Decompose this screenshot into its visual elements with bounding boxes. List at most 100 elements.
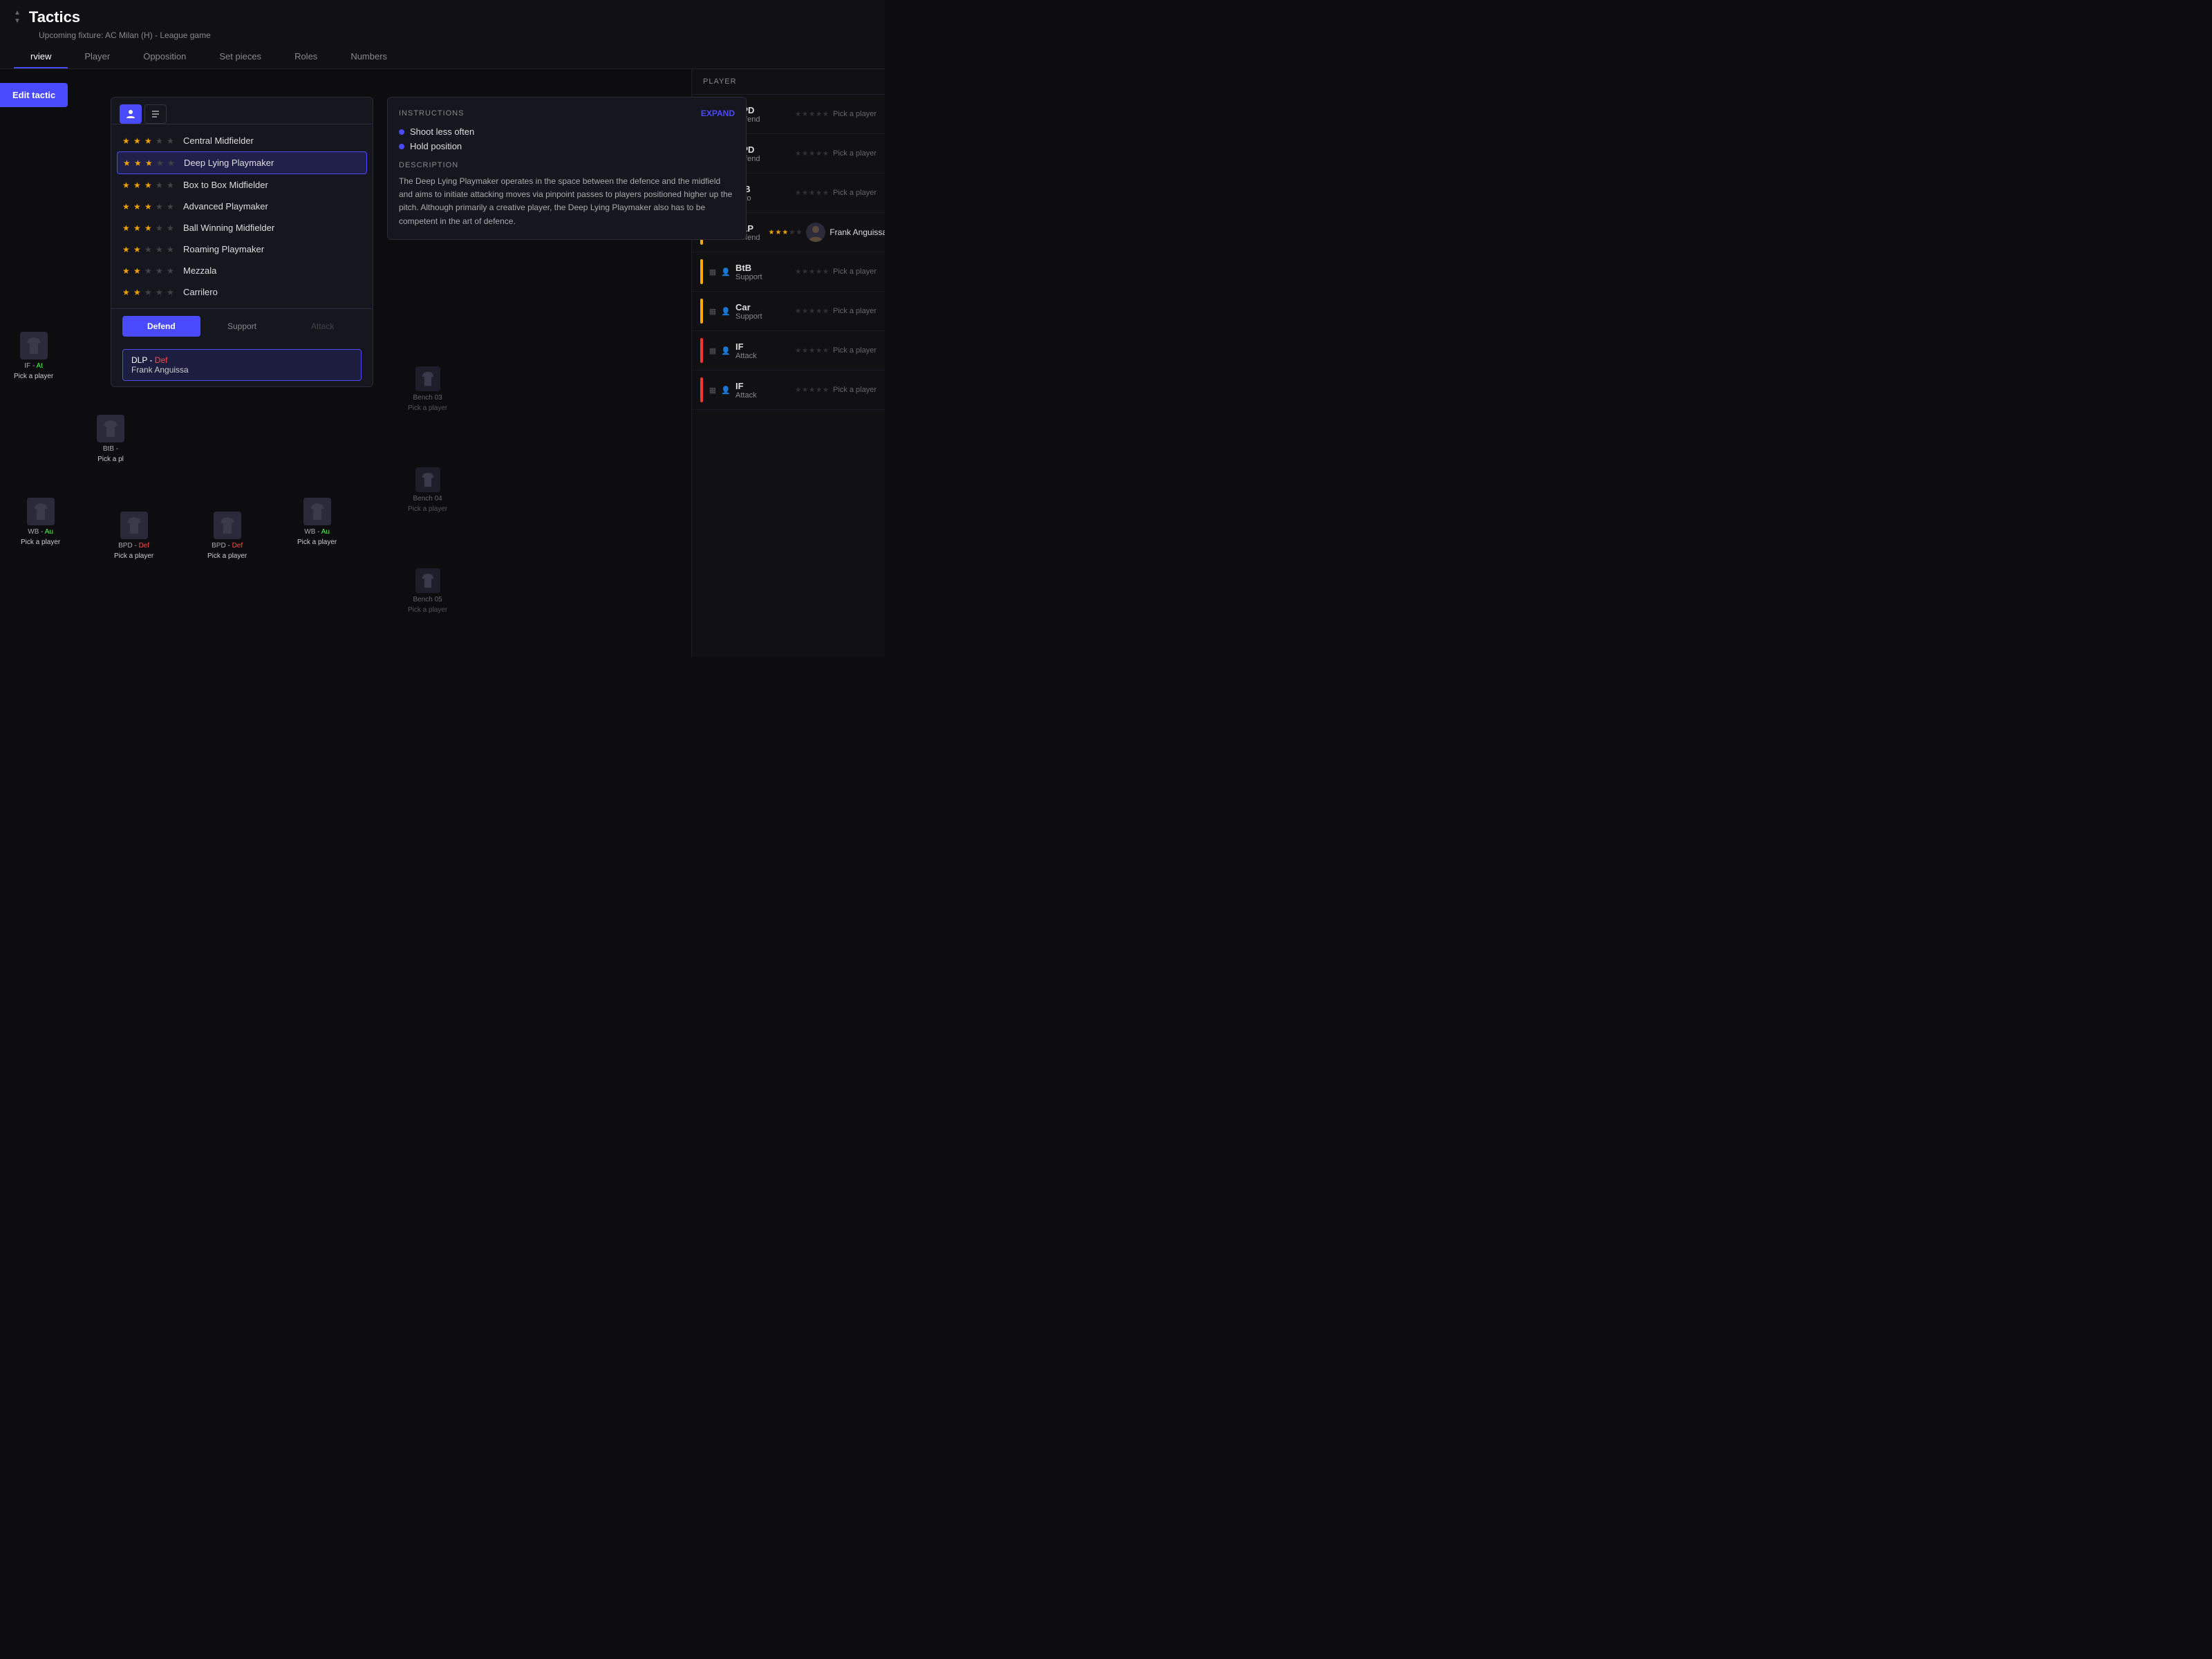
star3: ★ [144, 136, 154, 146]
sidebar-row-if-2[interactable]: ▦ 👤 IF Attack ★ ★ ★ ★ ★ Pick a player [692, 371, 885, 410]
role-name-ap: Advanced Playmaker [183, 201, 362, 212]
star2: ★ [133, 202, 143, 212]
star5: ★ [167, 158, 177, 168]
duty-defend-button[interactable]: Defend [122, 316, 200, 337]
tab-set-pieces[interactable]: Set pieces [203, 46, 278, 68]
role-item-dlp[interactable]: ★ ★ ★ ★ ★ Deep Lying Playmaker [117, 151, 367, 174]
wb-left-pick: Pick a player [21, 538, 60, 546]
role-item-mez[interactable]: ★ ★ ★ ★ ★ Mezzala [111, 260, 373, 281]
current-selection: DLP - Def Frank Anguissa [122, 349, 362, 381]
edit-tactic-button[interactable]: Edit tactic [0, 83, 68, 107]
btb-pick: Pick a pl [97, 456, 124, 463]
role-item-car[interactable]: ★ ★ ★ ★ ★ Carrilero [111, 281, 373, 303]
role-list: ★ ★ ★ ★ ★ Central Midfielder ★ ★ ★ ★ ★ D… [111, 124, 373, 308]
role-tab-info[interactable] [144, 104, 167, 124]
field-player-wb-right[interactable]: WB - Au Pick a player [297, 498, 337, 546]
arrow-down-icon[interactable]: ▼ [14, 18, 21, 25]
role-item-cm[interactable]: ★ ★ ★ ★ ★ Central Midfielder [111, 130, 373, 151]
main-area: Edit tactic IF - At Pick a player BtB - … [0, 69, 885, 657]
bench-area: Bench 03 Pick a player Bench 04 Pick a p… [408, 366, 447, 657]
star2: ★ [133, 266, 143, 276]
tactics-icon-8: ▦ [707, 384, 718, 395]
star4: ★ [156, 266, 165, 276]
description-title: DESCRIPTION [399, 161, 735, 169]
star4: ★ [156, 223, 165, 233]
field-player-bpd1[interactable]: BPD - Def Pick a player [114, 512, 153, 560]
player-shirt-wb-left [27, 498, 55, 525]
sidebar-row-car[interactable]: ▦ 👤 Car Support ★ ★ ★ ★ ★ Pick a player [692, 292, 885, 331]
sidebar-pick-bpd2: Pick a player [833, 149, 877, 158]
star3: ★ [145, 158, 155, 168]
bench-pick-04: Pick a player [408, 505, 447, 513]
fixture-subtitle: Upcoming fixture: AC Milan (H) - League … [39, 30, 871, 40]
star4: ★ [156, 288, 165, 297]
star1: ★ [122, 223, 132, 233]
sidebar-stars-btb: ★ ★ ★ ★ ★ [795, 268, 829, 276]
role-item-bwm[interactable]: ★ ★ ★ ★ ★ Ball Winning Midfielder [111, 217, 373, 238]
star2: ★ [133, 223, 143, 233]
sidebar-role-name-if2: IF [735, 381, 791, 391]
role-name-cm: Central Midfielder [183, 135, 362, 146]
sidebar-stars-bpd1: ★ ★ ★ ★ ★ [795, 111, 829, 118]
sidebar-role-duty-car: Support [735, 312, 791, 321]
sidebar-stars-if2: ★ ★ ★ ★ ★ [795, 386, 829, 394]
tab-roles[interactable]: Roles [278, 46, 334, 68]
role-tab-player[interactable] [120, 104, 142, 124]
star1: ★ [123, 158, 133, 168]
sidebar-stars-if1: ★ ★ ★ ★ ★ [795, 347, 829, 355]
sidebar-role-info-btb: BtB Support [735, 263, 791, 281]
sidebar-role-duty-if1: Attack [735, 352, 791, 360]
role-stars-mez: ★ ★ ★ ★ ★ [122, 266, 176, 276]
sidebar-role-name-btb: BtB [735, 263, 791, 273]
tactics-icon-5: ▦ [707, 266, 718, 277]
btb-role: BtB - [103, 445, 118, 453]
player-shirt-wb-right [303, 498, 331, 525]
role-item-ap[interactable]: ★ ★ ★ ★ ★ Advanced Playmaker [111, 196, 373, 217]
field-player-if-at[interactable]: IF - At Pick a player [14, 332, 53, 380]
bench-slot-05: Bench 05 Pick a player [408, 568, 447, 614]
role-name-rp: Roaming Playmaker [183, 244, 362, 254]
arrow-up-icon[interactable]: ▲ [14, 10, 21, 17]
sidebar-role-duty-if2: Attack [735, 391, 791, 400]
field-player-btb[interactable]: BtB - Pick a pl [97, 415, 124, 463]
instruction-bullet-2: Hold position [399, 141, 735, 151]
expand-button[interactable]: EXPAND [701, 109, 735, 118]
player-shirt-btb [97, 415, 124, 442]
tab-player[interactable]: Player [68, 46, 126, 68]
role-item-rp[interactable]: ★ ★ ★ ★ ★ Roaming Playmaker [111, 238, 373, 260]
sidebar-role-info-if2: IF Attack [735, 381, 791, 400]
star4: ★ [156, 202, 165, 212]
field-player-bpd2[interactable]: BPD - Def Pick a player [207, 512, 247, 560]
sidebar-pick-bpd1: Pick a player [833, 110, 877, 118]
bullet-dot-1 [399, 129, 404, 135]
bpd2-role: BPD - Def [212, 542, 243, 550]
current-role-line: DLP - Def [131, 355, 353, 365]
role-name-car: Carrilero [183, 287, 362, 297]
duty-attack-button[interactable]: Attack [283, 316, 362, 337]
bench-slot-04: Bench 04 Pick a player [408, 467, 447, 513]
star5: ★ [167, 223, 176, 233]
tab-numbers[interactable]: Numbers [334, 46, 404, 68]
sidebar-stars-bpd2: ★ ★ ★ ★ ★ [795, 150, 829, 158]
field-player-wb-left[interactable]: WB - Au Pick a player [21, 498, 60, 546]
player-icon-7: 👤 [720, 345, 731, 356]
if-at-pick: Pick a player [14, 373, 53, 380]
tab-opposition[interactable]: Opposition [126, 46, 203, 68]
player-name-dlp: Frank Anguissa [830, 227, 885, 237]
sidebar-row-if-1[interactable]: ▦ 👤 IF Attack ★ ★ ★ ★ ★ Pick a player [692, 331, 885, 371]
instructions-title: INSTRUCTIONS [399, 109, 465, 118]
bench-pick-05: Pick a player [408, 606, 447, 614]
role-item-btb[interactable]: ★ ★ ★ ★ ★ Box to Box Midfielder [111, 174, 373, 196]
sidebar-role-name-car: Car [735, 302, 791, 312]
tab-overview[interactable]: rview [14, 46, 68, 68]
duty-support-button[interactable]: Support [203, 316, 281, 337]
instruction-text-1: Shoot less often [410, 126, 474, 137]
role-stars-btb: ★ ★ ★ ★ ★ [122, 180, 176, 190]
sidebar-pick-car: Pick a player [833, 307, 877, 315]
player-icon-8: 👤 [720, 384, 731, 395]
role-name-btb: Box to Box Midfielder [183, 180, 362, 190]
bench-label-03: Bench 03 [413, 394, 442, 402]
sidebar-row-btb[interactable]: ▦ 👤 BtB Support ★ ★ ★ ★ ★ Pick a player [692, 252, 885, 292]
star4: ★ [156, 245, 165, 254]
sidebar-role-duty-btb: Support [735, 273, 791, 281]
